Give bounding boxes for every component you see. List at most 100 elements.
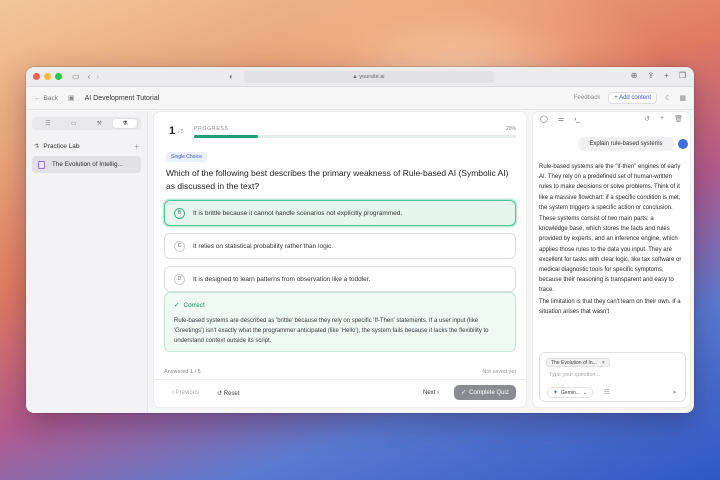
reply-paragraph: Rule-based systems are the "if-then" eng… <box>539 164 681 211</box>
share-icon[interactable]: ⇪ <box>647 72 654 80</box>
chat-input[interactable]: Type your question... <box>549 372 600 378</box>
feedback-link[interactable]: Feedback <box>574 95 600 101</box>
folder-icon: ▭ <box>70 121 77 127</box>
footer-divider <box>154 379 526 380</box>
tab-outline[interactable]: ☰ <box>36 119 60 128</box>
practice-lab-icon: ⚗ <box>34 144 40 150</box>
progress-current: 1 <box>169 125 176 137</box>
back-icon: ← <box>34 94 41 102</box>
assistant-reply: Rule-based systems are the "if-then" eng… <box>539 162 684 345</box>
layout-icon[interactable]: ▦ <box>679 94 686 102</box>
option-b[interactable]: B It is brittle because it cannot handle… <box>164 200 516 226</box>
gemini-icon: ✦ <box>553 390 559 396</box>
reply-paragraph: The limitation is that they can't learn … <box>539 298 681 315</box>
answer-feedback: ✓ Correct Rule-based systems are describ… <box>164 292 516 352</box>
new-tab-icon[interactable]: + <box>664 72 669 80</box>
feedback-explanation: Rule-based systems are described as 'bri… <box>174 318 489 344</box>
send-icon[interactable]: ➤ <box>672 389 677 396</box>
chevron-right-icon: › <box>435 390 440 396</box>
progress-bar-fill <box>194 135 259 138</box>
complete-quiz-button[interactable]: ✓ Complete Quiz <box>454 385 516 400</box>
option-letter: B <box>174 207 185 219</box>
chat-panel: ◯ ⚌ ›_ ↺ + 🗑︎ Explain rule-based systems… <box>533 112 690 407</box>
close-icon[interactable]: × <box>602 360 605 366</box>
forward-arrow-icon[interactable]: › <box>96 72 99 81</box>
browser-window: ▭ ‹ › ◐ 🔒︎ yoursite.ai ⊕ ⇪ + ❐ ← Back ▣ … <box>26 67 694 413</box>
left-sidebar: ☰ ▭ ⚒ ⚗ ⚗ Practice Lab + The Evolution o… <box>26 111 148 413</box>
chat-actions: ↺ + 🗑︎ <box>644 115 683 123</box>
sidebar-toggle-icon[interactable]: ▭ <box>72 72 80 81</box>
tab-files[interactable]: ▭ <box>62 119 86 128</box>
sliders-icon[interactable]: ⚌ <box>558 115 564 123</box>
download-icon[interactable]: ⊕ <box>631 72 638 80</box>
list-icon: ☰ <box>45 121 51 127</box>
answered-count: Answered 1 / 5 <box>164 369 201 375</box>
option-c[interactable]: C It relies on statistical probability r… <box>164 233 516 259</box>
progress-bar <box>194 135 516 138</box>
previous-button[interactable]: ‹ Previous <box>172 390 199 396</box>
model-selector[interactable]: ✦ Gemin... ⌄ <box>547 387 594 398</box>
reset-label: Reset <box>223 391 240 397</box>
history-icon[interactable]: ↺ <box>644 115 650 123</box>
sidebar-tabbar: ☰ ▭ ⚒ ⚗ <box>32 117 141 130</box>
tab-tools[interactable]: ⚒ <box>87 119 111 128</box>
option-d[interactable]: D It is designed to learn patterns from … <box>164 266 516 292</box>
new-chat-icon[interactable]: + <box>660 115 664 123</box>
panel-icon[interactable]: ▣ <box>68 94 75 102</box>
chevron-down-icon: ⌄ <box>582 389 588 396</box>
previous-label: Previous <box>175 390 200 396</box>
trash-icon[interactable]: 🗑︎ <box>674 115 683 123</box>
chat-bubble-icon[interactable]: ◯ <box>540 115 548 123</box>
privacy-shield-icon[interactable]: ◐ <box>229 72 234 81</box>
url-text: yoursite.ai <box>359 74 385 80</box>
tab-overview-icon[interactable]: ❐ <box>679 72 686 80</box>
browser-toolbar: ▭ ‹ › ◐ 🔒︎ yoursite.ai ⊕ ⇪ + ❐ <box>26 67 694 87</box>
flask-icon: ⚗ <box>122 121 128 127</box>
check-icon: ✓ <box>174 302 180 309</box>
back-button[interactable]: ← Back <box>34 95 58 102</box>
reply-paragraph: These systems consist of two main parts:… <box>539 216 682 294</box>
practice-lab-header: ⚗ Practice Lab + <box>34 142 139 151</box>
question-type-badge: Single Choice <box>166 152 207 162</box>
avatar <box>678 139 688 149</box>
quiz-card: 1 / 5 PROGRESS 20% Single Choice Which o… <box>154 112 526 407</box>
reset-button[interactable]: ↺ Reset <box>217 390 239 397</box>
reset-icon: ↺ <box>217 391 224 397</box>
close-window-button[interactable] <box>33 73 40 80</box>
browser-actions: ⊕ ⇪ + ❐ <box>631 72 686 80</box>
back-label: Back <box>43 94 58 102</box>
grid-icon[interactable]: ☷ <box>604 389 609 396</box>
zoom-window-button[interactable] <box>55 73 62 80</box>
sidebar-item-quiz[interactable]: The Evolution of Intellig... <box>32 156 141 173</box>
feedback-title: ✓ Correct <box>174 301 205 310</box>
save-status: Not saved yet <box>482 369 516 375</box>
lock-icon: 🔒︎ <box>353 73 357 80</box>
header-actions: Feedback + Add content ☾ ▦ <box>574 92 686 104</box>
terminal-icon[interactable]: ›_ <box>574 116 580 123</box>
option-letter: D <box>174 273 185 285</box>
context-chip-label: The Evolution of In... <box>551 359 597 366</box>
tab-practice[interactable]: ⚗ <box>113 119 138 128</box>
minimize-window-button[interactable] <box>44 73 51 80</box>
wrench-icon: ⚒ <box>96 121 103 127</box>
next-label: Next <box>423 390 436 396</box>
progress-percent: 20% <box>505 126 516 132</box>
model-label: Gemin... <box>561 389 580 396</box>
context-chip[interactable]: The Evolution of In... × <box>546 358 610 367</box>
add-content-label: Add content <box>619 95 652 101</box>
add-practice-icon[interactable]: + <box>134 142 139 151</box>
add-content-button[interactable]: + Add content <box>608 92 658 104</box>
user-message: Explain rule-based systems <box>578 137 674 151</box>
app-header: ← Back ▣ AI Development Tutorial Feedbac… <box>26 87 694 110</box>
document-icon <box>38 160 45 169</box>
address-bar[interactable]: 🔒︎ yoursite.ai <box>244 71 494 83</box>
theme-moon-icon[interactable]: ☾ <box>665 94 671 102</box>
option-letter: C <box>174 240 185 252</box>
back-arrow-icon[interactable]: ‹ <box>88 72 91 81</box>
sidebar-item-label: The Evolution of Intellig... <box>52 161 123 168</box>
progress-total: / 5 <box>178 129 184 135</box>
check-circle-icon: ✓ <box>461 390 467 396</box>
chat-composer: The Evolution of In... × Type your quest… <box>539 352 686 402</box>
feedback-title-text: Correct <box>183 301 205 309</box>
next-button[interactable]: Next › <box>423 390 439 396</box>
